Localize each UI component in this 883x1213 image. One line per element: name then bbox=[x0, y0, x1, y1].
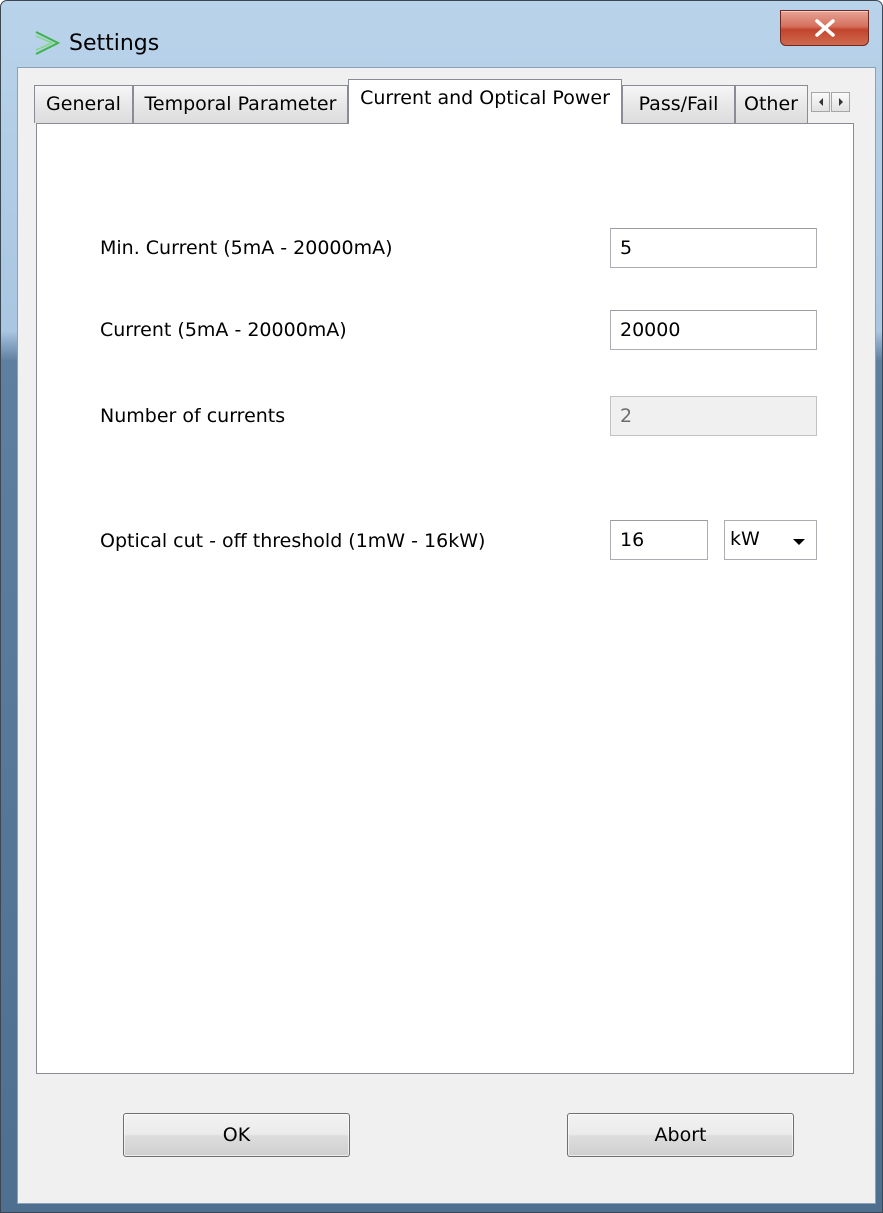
ok-button[interactable]: OK bbox=[123, 1113, 350, 1157]
close-button[interactable] bbox=[780, 10, 869, 46]
optical-cutoff-input[interactable]: 16 bbox=[610, 520, 708, 560]
title-bar[interactable]: Settings bbox=[1, 1, 882, 65]
tab-other[interactable]: Other bbox=[735, 85, 808, 123]
current-label: Current (5mA - 20000mA) bbox=[100, 319, 347, 341]
tab-current-and-optical-power[interactable]: Current and Optical Power bbox=[348, 79, 622, 124]
min-current-input[interactable]: 5 bbox=[610, 228, 817, 268]
settings-window: Settings General Temporal Parameter Curr… bbox=[0, 0, 883, 1213]
app-icon bbox=[34, 30, 61, 56]
tab-label: Current and Optical Power bbox=[360, 87, 610, 109]
tab-label: General bbox=[46, 93, 121, 115]
window-title: Settings bbox=[69, 31, 160, 56]
tab-scroll-left-button[interactable] bbox=[811, 92, 830, 112]
abort-button[interactable]: Abort bbox=[567, 1113, 794, 1157]
arrow-left-icon bbox=[819, 98, 823, 106]
tab-panel-current-and-optical-power: Min. Current (5mA - 20000mA) 5 Current (… bbox=[36, 123, 854, 1074]
tab-pass-fail[interactable]: Pass/Fail bbox=[622, 85, 735, 123]
unit-selected-value: kW bbox=[730, 528, 760, 550]
tab-scroll-right-button[interactable] bbox=[831, 92, 850, 112]
tab-label: Temporal Parameter bbox=[144, 93, 337, 115]
arrow-right-icon bbox=[839, 98, 843, 106]
number-of-currents-input: 2 bbox=[610, 396, 817, 436]
number-of-currents-label: Number of currents bbox=[100, 405, 286, 427]
optical-cutoff-unit-select[interactable]: kW bbox=[724, 520, 817, 560]
tab-label: Other bbox=[744, 93, 798, 115]
current-input[interactable]: 20000 bbox=[610, 310, 817, 350]
min-current-label: Min. Current (5mA - 20000mA) bbox=[100, 237, 393, 259]
tab-temporal-parameter[interactable]: Temporal Parameter bbox=[133, 85, 348, 123]
dialog-client-area: General Temporal Parameter Current and O… bbox=[17, 67, 876, 1204]
chevron-down-icon bbox=[793, 539, 805, 545]
close-icon bbox=[815, 19, 835, 37]
tab-label: Pass/Fail bbox=[638, 93, 719, 115]
tab-general[interactable]: General bbox=[34, 85, 133, 123]
optical-cutoff-label: Optical cut - off threshold (1mW - 16kW) bbox=[100, 530, 486, 552]
